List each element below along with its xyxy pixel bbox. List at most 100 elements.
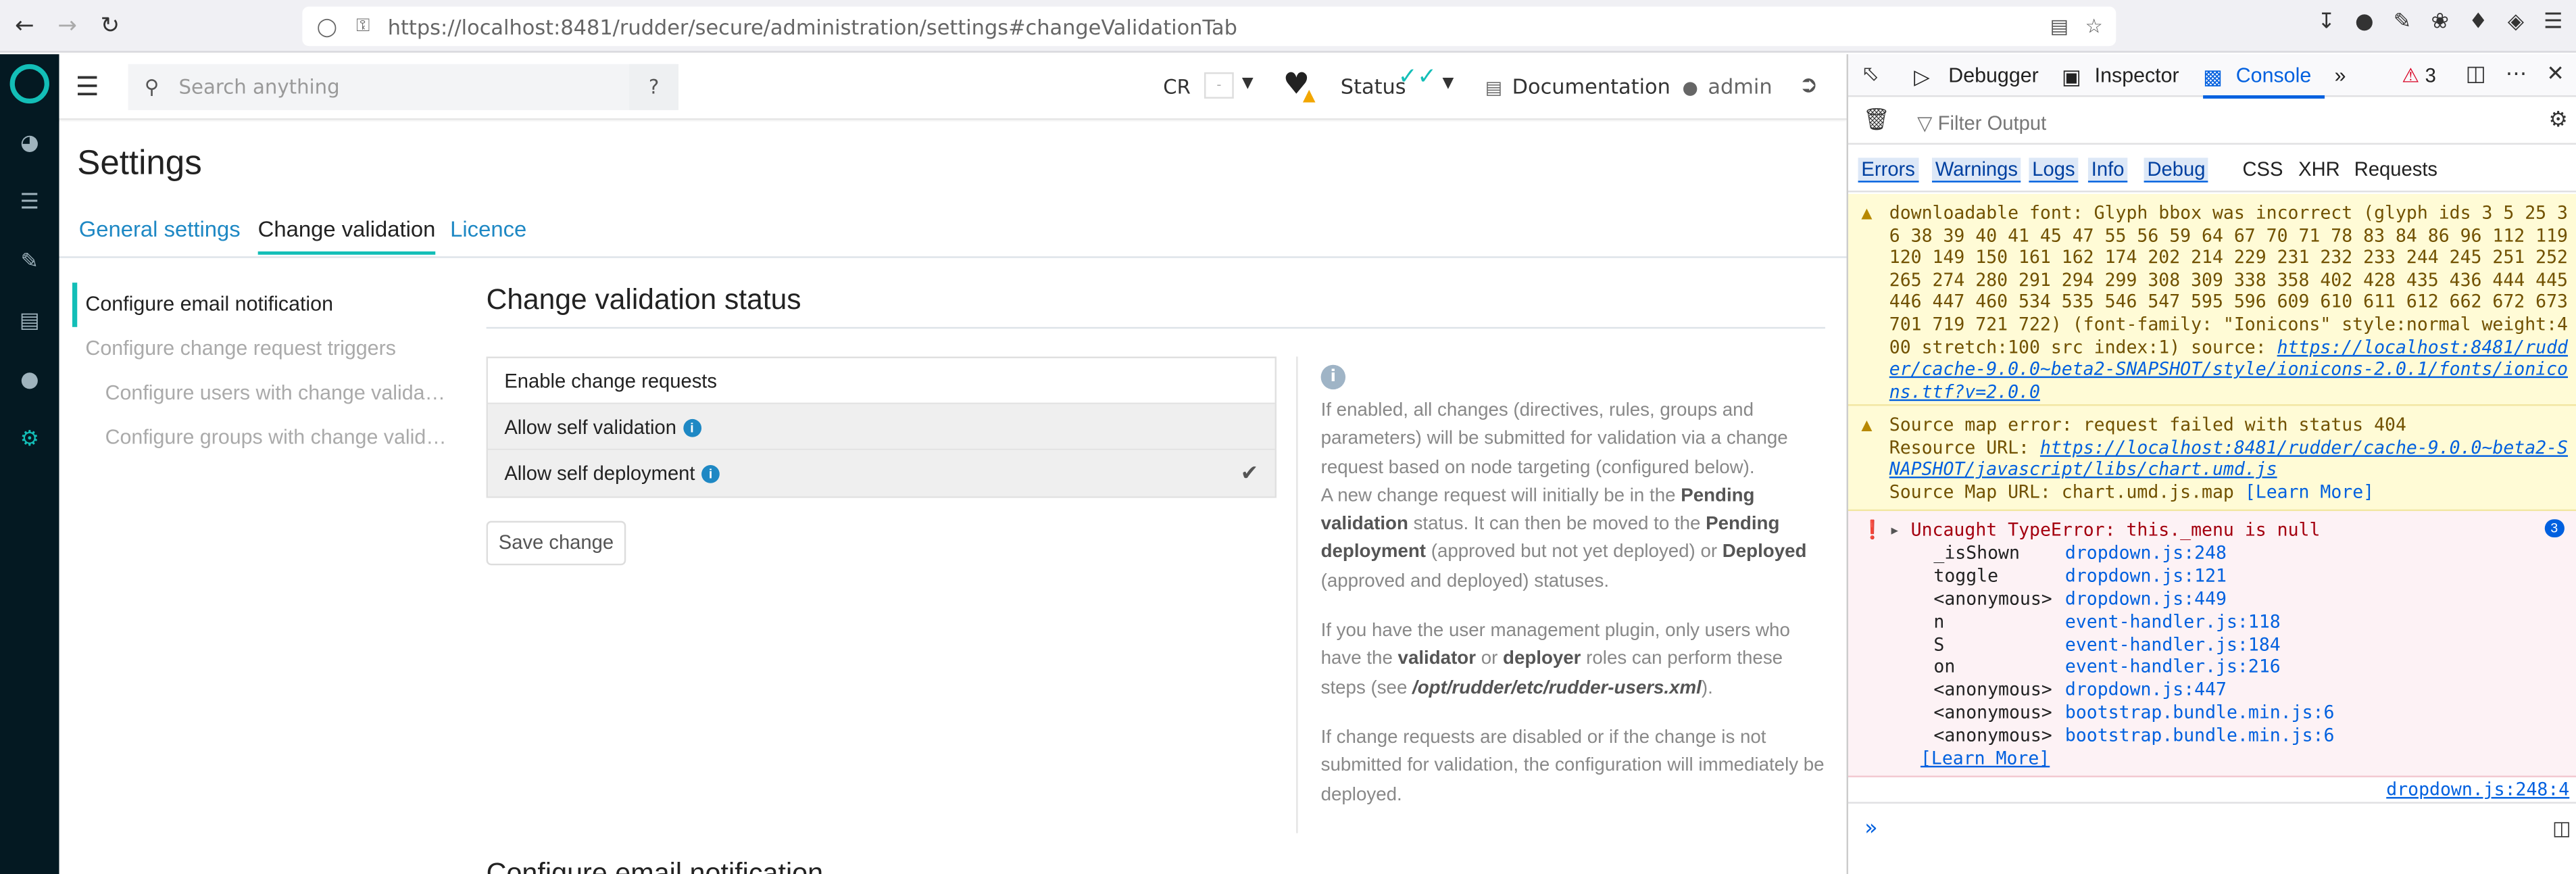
stack-src-link[interactable]: bootstrap.bundle.min.js:6 — [2065, 702, 2335, 723]
info-paragraph-1: If enabled, all changes (directives, rul… — [1321, 397, 1831, 596]
stack-frame: n event-handler.js:118 — [1933, 611, 2280, 633]
stack-src-link[interactable]: event-handler.js:184 — [2065, 634, 2281, 656]
reload-icon[interactable]: ↻ — [92, 7, 128, 43]
cr-select[interactable]: - — [1204, 72, 1234, 99]
info-icon[interactable]: i — [701, 465, 720, 484]
learn-more-link[interactable]: [Learn More] — [2245, 481, 2374, 503]
nav-email-notification[interactable]: Configure email notification — [72, 283, 447, 327]
pencil-icon[interactable]: ✎ — [0, 232, 59, 291]
url-bar[interactable]: ◯ ⚿ https://localhost:8481/rudder/secure… — [302, 6, 2116, 47]
level-errors[interactable]: Errors — [1858, 157, 1918, 183]
type-xhr[interactable]: XHR — [2295, 157, 2343, 180]
stack-src-link[interactable]: dropdown.js:248 — [2065, 542, 2227, 564]
ublock-icon[interactable]: ♦ — [2469, 10, 2487, 34]
level-info[interactable]: Info — [2087, 157, 2128, 183]
stack-frame: _isShown dropdown.js:248 — [1933, 542, 2227, 564]
nav-groups-change-validation[interactable]: Configure groups with change validation — [72, 416, 447, 460]
hamburger-menu-icon[interactable]: ☰ — [76, 71, 99, 102]
more-options-icon[interactable]: ⋯ — [2506, 62, 2527, 87]
settings-tabs: General settings Change validation Licen… — [59, 214, 1847, 258]
rudder-logo-icon[interactable] — [9, 64, 49, 104]
console-message[interactable]: ▸ Uncaught TypeError: this._menu is null — [1889, 519, 2569, 541]
user-icon[interactable]: ● — [0, 350, 59, 410]
page-content: Settings General settings Change validat… — [59, 121, 1847, 874]
option-allow-self-deployment[interactable]: Allow self deployment i ✔ — [488, 450, 1275, 497]
console-filter-bar: 🗑 ▽ Filter Output ⚙ — [1848, 99, 2576, 145]
addon-icon[interactable]: ❀ — [2431, 10, 2449, 34]
option-allow-self-validation[interactable]: Allow self validation i — [488, 404, 1275, 451]
status-menu[interactable]: Status — [1341, 74, 1406, 98]
tab-general-settings[interactable]: General settings — [79, 217, 241, 241]
error-source-link[interactable]: dropdown.js:248:4 — [2386, 779, 2569, 800]
save-change-button[interactable]: Save change — [486, 520, 626, 566]
shield-icon[interactable]: ◯ — [316, 15, 339, 38]
stack-src-link[interactable]: dropdown.js:121 — [2065, 565, 2227, 587]
editor-mode-icon[interactable]: ◫ — [2552, 817, 2571, 840]
more-tabs-icon[interactable]: » — [2335, 64, 2346, 87]
extension-shield-icon[interactable]: ◈ — [2508, 10, 2524, 34]
user-menu[interactable]: ● admin — [1682, 74, 1772, 98]
option-enable-change-requests[interactable]: Enable change requests — [488, 358, 1275, 405]
app-menu-icon[interactable]: ☰ — [2544, 10, 2562, 34]
section-divider — [486, 326, 1825, 329]
node-tree-icon[interactable]: ☰ — [0, 172, 59, 232]
error-count-badge[interactable]: ⚠ 3 — [2402, 64, 2436, 87]
lock-icon[interactable]: ⚿ — [351, 15, 374, 38]
level-warnings[interactable]: Warnings — [1931, 157, 2021, 183]
stack-src-link[interactable]: dropdown.js:447 — [2065, 679, 2227, 700]
status-caret-icon[interactable]: ▼ — [1443, 76, 1454, 92]
nav-users-change-validation[interactable]: Configure users with change validation — [72, 371, 447, 416]
filter-output-input[interactable]: ▽ Filter Output — [1917, 112, 2046, 135]
stack-src-link[interactable]: dropdown.js:449 — [2065, 588, 2227, 610]
funnel-icon: ▽ — [1917, 112, 1933, 135]
download-icon[interactable]: ↧ — [2317, 10, 2335, 34]
tab-console[interactable]: Console — [2203, 64, 2325, 99]
documentation-link[interactable]: ▤ Documentation — [1485, 74, 1670, 98]
logout-icon[interactable]: ➲ — [1799, 72, 1818, 99]
stack-fn: <anonymous> — [1933, 588, 2052, 610]
nav-change-request-triggers[interactable]: Configure change request triggers — [72, 327, 447, 372]
tab-inspector[interactable]: Inspector — [2095, 64, 2179, 87]
stack-src-link[interactable]: event-handler.js:216 — [2065, 656, 2281, 677]
cr-caret-icon[interactable]: ▼ — [1242, 76, 1254, 92]
dashboard-icon[interactable]: ◕ — [0, 114, 59, 173]
dock-icon[interactable]: ◫ — [2466, 62, 2486, 87]
user-label: admin — [1708, 74, 1773, 99]
stack-fn: toggle — [1933, 565, 1999, 587]
reader-view-icon[interactable]: ▤ — [2050, 15, 2069, 38]
console-input[interactable]: » ◫ — [1848, 802, 2576, 854]
info-icon[interactable]: i — [683, 419, 701, 438]
type-css[interactable]: CSS — [2239, 157, 2287, 180]
forward-icon[interactable]: → — [49, 7, 85, 43]
info-paragraph-2: If you have the user management plugin, … — [1321, 618, 1831, 703]
tab-licence[interactable]: Licence — [450, 217, 526, 241]
tab-change-validation[interactable]: Change validation — [257, 217, 436, 255]
stack-fn: <anonymous> — [1933, 725, 2052, 746]
validation-options: Enable change requests Allow self valida… — [486, 356, 1277, 498]
account-icon[interactable]: ● — [2355, 10, 2374, 34]
learn-more-link[interactable]: [Learn More] — [1921, 748, 2050, 769]
tab-debugger[interactable]: Debugger — [1948, 64, 2038, 87]
search-input[interactable]: ⚲ Search anything — [128, 64, 677, 110]
error-count: 3 — [2425, 64, 2436, 87]
repeat-count-badge: 3 — [2544, 519, 2565, 537]
level-debug[interactable]: Debug — [2144, 157, 2209, 183]
console-settings-icon[interactable]: ⚙ — [2548, 108, 2567, 132]
console-warning-sourcemap: ▲ Source map error: request failed with … — [1848, 406, 2576, 512]
server-icon[interactable]: ▤ — [0, 291, 59, 350]
type-requests[interactable]: Requests — [2351, 157, 2441, 180]
stack-src-link[interactable]: bootstrap.bundle.min.js:6 — [2065, 725, 2335, 746]
bookmark-star-icon[interactable]: ☆ — [2085, 15, 2103, 38]
level-logs[interactable]: Logs — [2029, 157, 2079, 183]
close-devtools-icon[interactable]: ✕ — [2546, 62, 2565, 87]
back-icon[interactable]: ← — [7, 7, 43, 43]
stack-src-link[interactable]: event-handler.js:118 — [2065, 611, 2281, 633]
trash-icon[interactable]: 🗑 — [1863, 108, 1890, 132]
settings-gear-icon[interactable]: ⚙ — [0, 409, 59, 468]
expand-arrow-icon[interactable]: ▸ — [1889, 519, 1911, 541]
extensions-icon[interactable]: ✎ — [2394, 10, 2412, 34]
stack-frame: <anonymous> bootstrap.bundle.min.js:6 — [1933, 702, 2334, 724]
filter-placeholder: Filter Output — [1937, 112, 2047, 135]
search-help-button[interactable]: ? — [629, 64, 679, 110]
element-picker-icon[interactable]: ⬁ — [1861, 62, 1879, 87]
